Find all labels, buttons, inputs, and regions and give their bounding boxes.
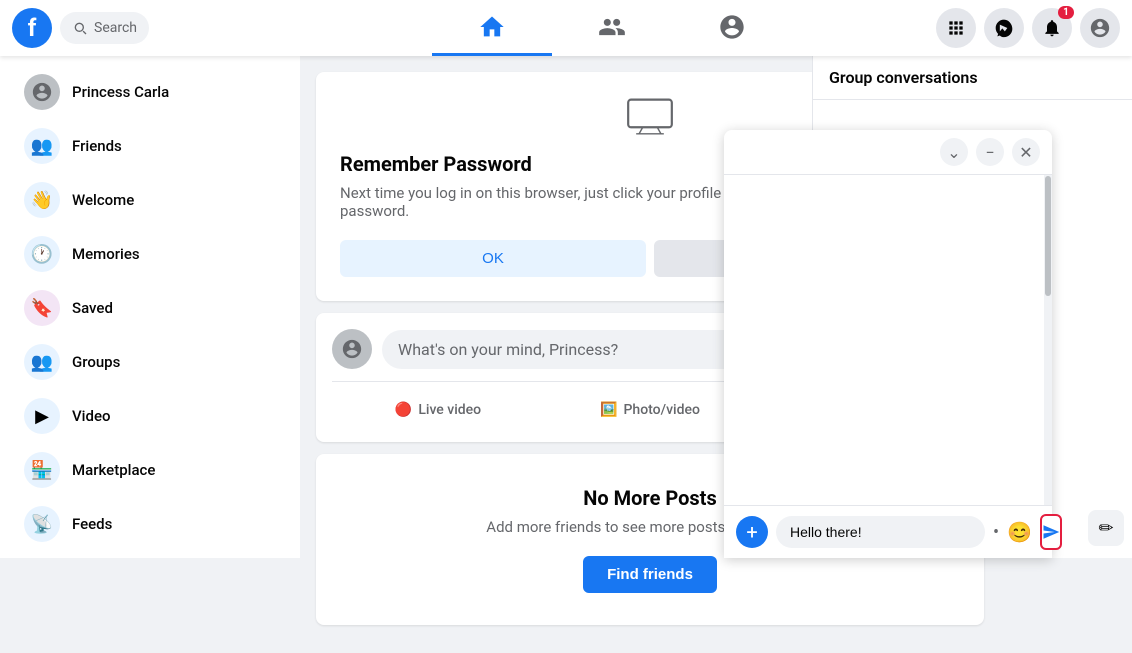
welcome-label: Welcome [72, 191, 134, 209]
chat-footer: + • 😊 [724, 505, 1052, 558]
sidebar-item-marketplace[interactable]: 🏪 Marketplace [8, 444, 292, 496]
sidebar-item-welcome[interactable]: 👋 Welcome [8, 174, 292, 226]
send-icon [1042, 523, 1060, 541]
video-label: Video [72, 407, 111, 425]
chat-header: ⌄ − ✕ [724, 130, 1052, 175]
scrollbar-thumb [1045, 176, 1051, 296]
user-name-label: Princess Carla [72, 83, 169, 101]
chat-scrollbar[interactable] [1044, 175, 1052, 505]
chat-emoji-button[interactable]: 😊 [1007, 520, 1032, 544]
memories-label: Memories [72, 245, 140, 263]
sidebar-item-user[interactable]: Princess Carla [8, 66, 292, 118]
chat-popup: ⌄ − ✕ + • 😊 [724, 130, 1052, 558]
sidebar: Princess Carla 👥 Friends 👋 Welcome 🕐 Mem… [0, 56, 300, 558]
chat-input[interactable] [776, 516, 985, 548]
sidebar-item-groups[interactable]: 👥 Groups [8, 336, 292, 388]
sidebar-item-video[interactable]: ▶ Video [8, 390, 292, 442]
user-avatar-button[interactable] [1080, 8, 1120, 48]
chat-body [724, 175, 1052, 505]
user-avatar [24, 74, 60, 110]
find-friends-button[interactable]: Find friends [583, 556, 717, 593]
friends-label: Friends [72, 137, 122, 155]
group-conversations-header: Group conversations [813, 56, 1132, 100]
live-video-button[interactable]: 🔴 Live video [332, 394, 544, 426]
marketplace-label: Marketplace [72, 461, 155, 479]
nav-home-button[interactable] [432, 0, 552, 56]
marketplace-icon: 🏪 [24, 452, 60, 488]
minimize-icon: ⌄ [947, 143, 960, 162]
saved-icon: 🔖 [24, 290, 60, 326]
facebook-logo[interactable]: f [12, 8, 52, 48]
live-video-icon: 🔴 [395, 402, 412, 418]
chat-close-button[interactable]: ✕ [1012, 138, 1040, 166]
sidebar-item-events[interactable]: ⭐ Events [8, 552, 292, 558]
saved-label: Saved [72, 299, 113, 317]
chat-dot: • [993, 522, 999, 543]
nav-friends-button[interactable] [552, 0, 672, 56]
feeds-label: Feeds [72, 515, 112, 533]
feeds-icon: 📡 [24, 506, 60, 542]
people-icon [598, 13, 626, 41]
sidebar-item-saved[interactable]: 🔖 Saved [8, 282, 292, 334]
chat-collapse-button[interactable]: − [976, 138, 1004, 166]
chat-edit-button[interactable]: ✏ [1088, 510, 1124, 546]
friends-icon: 👥 [24, 128, 60, 164]
post-avatar [332, 329, 372, 369]
sidebar-item-friends[interactable]: 👥 Friends [8, 120, 292, 172]
grid-icon [946, 18, 966, 38]
add-icon: + [746, 520, 757, 544]
profile-icon [718, 13, 746, 41]
nav-profile-button[interactable] [672, 0, 792, 56]
groups-icon: 👥 [24, 344, 60, 380]
live-video-label: Live video [418, 402, 481, 418]
search-placeholder: Search [94, 20, 137, 36]
chat-send-button[interactable] [1040, 514, 1062, 550]
notification-count: 1 [1058, 6, 1074, 19]
search-box[interactable]: Search [60, 12, 149, 44]
photo-video-label: Photo/video [624, 402, 700, 418]
collapse-icon: − [985, 143, 994, 162]
edit-icon: ✏ [1098, 518, 1113, 539]
welcome-icon: 👋 [24, 182, 60, 218]
ok-button[interactable]: OK [340, 240, 646, 277]
memories-icon: 🕐 [24, 236, 60, 272]
monitor-icon [620, 96, 680, 136]
chat-minimize-button[interactable]: ⌄ [940, 138, 968, 166]
photo-video-icon: 🖼️ [600, 402, 617, 418]
messenger-icon [994, 18, 1014, 38]
search-icon [72, 20, 88, 36]
top-navigation: f Search [0, 0, 1132, 56]
nav-center [300, 0, 924, 56]
sidebar-item-feeds[interactable]: 📡 Feeds [8, 498, 292, 550]
chat-add-button[interactable]: + [736, 516, 768, 548]
groups-label: Groups [72, 353, 120, 371]
close-icon: ✕ [1019, 143, 1032, 162]
messenger-button[interactable] [984, 8, 1024, 48]
nav-right: 1 [924, 8, 1132, 48]
bell-icon [1042, 18, 1062, 38]
home-icon [478, 13, 506, 41]
sidebar-item-memories[interactable]: 🕐 Memories [8, 228, 292, 280]
nav-left: f Search [0, 8, 300, 48]
grid-menu-button[interactable] [936, 8, 976, 48]
user-avatar-icon [1089, 17, 1111, 39]
video-icon: ▶ [24, 398, 60, 434]
notifications-button[interactable]: 1 [1032, 8, 1072, 48]
